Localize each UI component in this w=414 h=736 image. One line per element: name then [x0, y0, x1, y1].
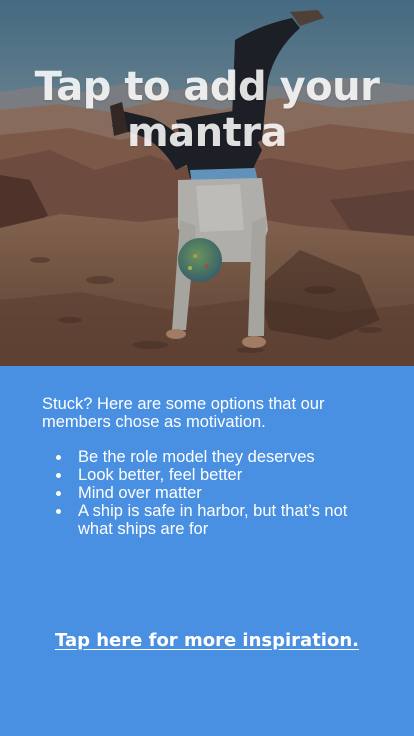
hero-photo [0, 0, 414, 366]
inspiration-panel: Stuck? Here are some options that our me… [0, 366, 414, 736]
inspiration-intro: Stuck? Here are some options that our me… [42, 395, 325, 431]
mantra-option-text: A ship is safe in harbor, but that’s not… [78, 502, 348, 538]
mantra-option[interactable]: Be the role model they deserves [42, 448, 372, 466]
bullet-dot-icon [56, 509, 61, 514]
more-inspiration-link[interactable]: Tap here for more inspiration. [0, 630, 414, 652]
mantra-screen: Tap to add your mantra Stuck? Here are s… [0, 0, 414, 736]
mantra-option-text: Be the role model they deserves [78, 448, 315, 466]
mantra-option-text: Mind over matter [78, 484, 202, 502]
mantra-hero[interactable]: Tap to add your mantra [0, 0, 414, 366]
mantra-option[interactable]: Mind over matter [42, 484, 372, 502]
bullet-dot-icon [56, 491, 61, 496]
mantra-title-line-1: Tap to add your [34, 64, 380, 110]
bullet-dot-icon [56, 473, 61, 478]
mantra-option[interactable]: A ship is safe in harbor, but that’s not… [42, 502, 372, 538]
mantra-option[interactable]: Look better, feel better [42, 466, 372, 484]
mantra-option-text: Look better, feel better [78, 466, 243, 484]
mantra-options-list: Be the role model they deserves Look bet… [42, 448, 372, 538]
bullet-dot-icon [56, 455, 61, 460]
mantra-title[interactable]: Tap to add your mantra [0, 64, 414, 156]
mantra-title-line-2: mantra [127, 110, 288, 156]
